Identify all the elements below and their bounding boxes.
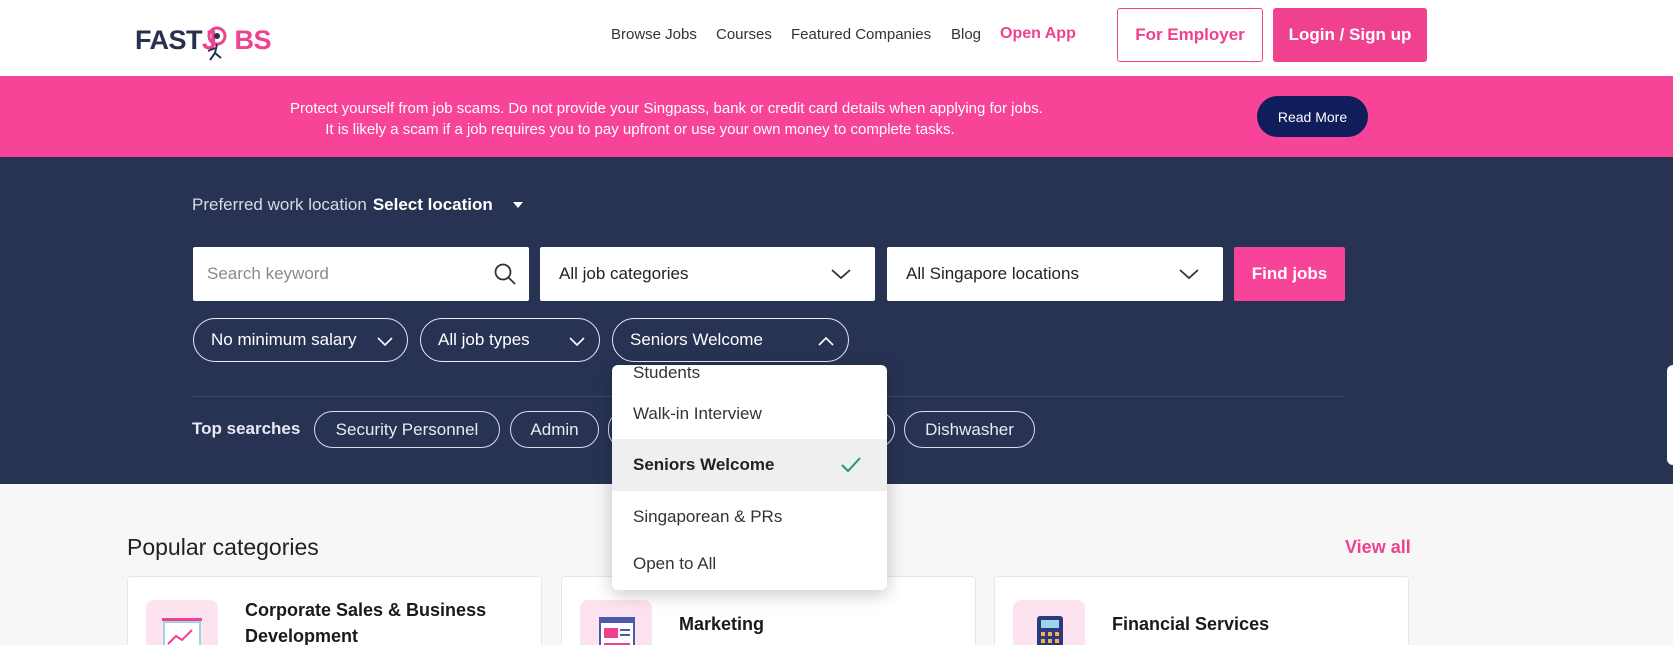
fastjobs-logo[interactable]: FAST J BS xyxy=(135,18,272,62)
nav-featured-companies[interactable]: Featured Companies xyxy=(791,26,931,43)
dropdown-option-walk-in[interactable]: Walk-in Interview xyxy=(612,388,887,440)
search-keyword-placeholder: Search keyword xyxy=(207,264,329,283)
job-category-select[interactable]: All job categories xyxy=(540,247,875,301)
salary-filter[interactable]: No minimum salary xyxy=(193,318,408,362)
search-keyword-input[interactable]: Search keyword xyxy=(193,247,529,301)
location-select[interactable]: All Singapore locations xyxy=(887,247,1223,301)
banner-line-2: It is likely a scam if a job requires yo… xyxy=(325,121,955,138)
search-icon xyxy=(494,263,516,285)
page: FAST J BS Browse Jobs Courses Featured Com… xyxy=(0,0,1673,645)
calculator-icon xyxy=(1013,600,1085,645)
nav-browse-jobs[interactable]: Browse Jobs xyxy=(611,26,697,43)
top-searches-label: Top searches xyxy=(192,419,301,438)
preferred-location-value: Select location xyxy=(372,195,493,214)
top-search-tag-dishwasher[interactable]: Dishwasher xyxy=(904,411,1035,448)
dropdown-option-open-to-all[interactable]: Open to All xyxy=(612,538,887,590)
job-type-filter[interactable]: All job types xyxy=(420,318,600,362)
for-employer-button[interactable]: For Employer xyxy=(1117,8,1263,62)
preferred-location[interactable]: Preferred work location Select location xyxy=(192,195,523,215)
top-search-tag-security[interactable]: Security Personnel xyxy=(314,411,500,448)
salary-filter-label: No minimum salary xyxy=(211,330,357,349)
location-select-value: All Singapore locations xyxy=(906,264,1079,283)
dropdown-option-seniors-welcome[interactable]: Seniors Welcome xyxy=(612,439,887,491)
dropdown-option-label: Seniors Welcome xyxy=(633,455,775,474)
caret-down-icon xyxy=(512,202,523,208)
category-title-marketing: Marketing xyxy=(679,614,765,634)
category-title-financial: Financial Services xyxy=(1112,614,1270,634)
checkmark-icon xyxy=(841,457,861,473)
scam-warning-banner: Protect yourself from job scams. Do not … xyxy=(0,76,1673,157)
preferred-location-label: Preferred work location xyxy=(192,195,367,214)
logo-text-fast: FAST xyxy=(135,24,203,55)
side-widget-tab[interactable] xyxy=(1667,365,1673,465)
view-all-link[interactable]: View all xyxy=(1345,537,1411,558)
category-card-financial-services[interactable]: Financial Services xyxy=(994,576,1409,645)
category-title-line-1: Corporate Sales & Business xyxy=(245,600,487,620)
chevron-down-icon xyxy=(1179,269,1199,280)
audience-filter-dropdown: Students Walk-in Interview Seniors Welco… xyxy=(612,365,887,590)
popular-categories-title: Popular categories xyxy=(127,534,319,560)
job-type-filter-label: All job types xyxy=(438,330,530,349)
site-header: FAST J BS Browse Jobs Courses Featured Com… xyxy=(0,0,1673,76)
read-more-button[interactable]: Read More xyxy=(1257,96,1368,137)
banner-line-1: Protect yourself from job scams. Do not … xyxy=(290,100,1043,117)
audience-filter-label: Seniors Welcome xyxy=(630,330,763,349)
sales-chart-icon xyxy=(146,600,218,645)
chevron-up-icon xyxy=(818,336,834,346)
audience-filter[interactable]: Seniors Welcome xyxy=(612,318,849,362)
find-jobs-button[interactable]: Find jobs xyxy=(1234,247,1345,301)
chevron-down-icon xyxy=(831,269,851,280)
chevron-down-icon xyxy=(569,337,585,347)
category-title-line-2: Development xyxy=(245,626,359,645)
login-signup-button[interactable]: Login / Sign up xyxy=(1273,8,1427,62)
chevron-down-icon xyxy=(377,337,393,347)
newspaper-icon xyxy=(580,600,652,645)
running-figure-icon xyxy=(207,26,227,61)
job-category-value: All job categories xyxy=(559,264,689,283)
banner-message: Protect yourself from job scams. Do not … xyxy=(290,98,1043,140)
category-card-corporate-sales[interactable]: Corporate Sales & Business Development xyxy=(127,576,542,645)
dropdown-option-singaporean-prs[interactable]: Singaporean & PRs xyxy=(612,491,887,543)
logo-text-bs: BS xyxy=(234,24,272,55)
top-search-tag-admin[interactable]: Admin xyxy=(510,411,599,448)
nav-blog[interactable]: Blog xyxy=(951,26,981,43)
nav-open-app[interactable]: Open App xyxy=(1000,25,1076,43)
nav-courses[interactable]: Courses xyxy=(716,26,772,43)
